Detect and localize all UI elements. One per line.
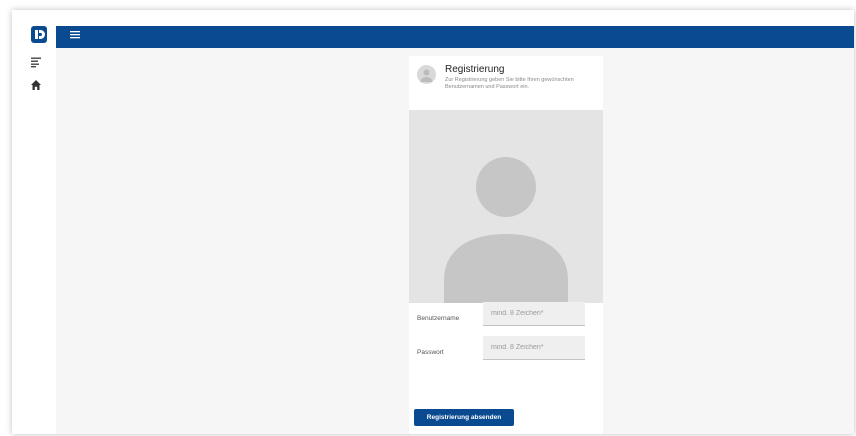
card-media-placeholder xyxy=(409,110,603,303)
user-silhouette-icon xyxy=(444,157,568,303)
home-icon[interactable] xyxy=(30,79,42,91)
sidebar xyxy=(12,10,56,434)
avatar xyxy=(417,65,436,84)
submit-registration-button[interactable]: Registrierung absenden xyxy=(414,409,514,426)
avatar-person-icon xyxy=(420,69,433,82)
card-subtitle: Zur Registrierung geben Sie bitte Ihren … xyxy=(445,77,574,90)
password-label: Passwort xyxy=(417,349,444,356)
logo-d-icon xyxy=(31,26,47,43)
main-content: Registrierung Zur Registrierung geben Si… xyxy=(56,48,854,434)
username-field[interactable] xyxy=(483,302,585,326)
filter-list-icon[interactable] xyxy=(30,56,42,68)
registration-card: Registrierung Zur Registrierung geben Si… xyxy=(409,56,603,434)
password-field[interactable] xyxy=(483,336,585,360)
app-window: Registrierung Zur Registrierung geben Si… xyxy=(12,10,854,434)
card-header: Registrierung Zur Registrierung geben Si… xyxy=(409,56,603,110)
username-label: Benutzername xyxy=(417,315,460,322)
hamburger-menu-icon[interactable] xyxy=(70,30,82,40)
top-app-bar xyxy=(56,26,854,48)
card-title: Registrierung xyxy=(445,64,505,75)
